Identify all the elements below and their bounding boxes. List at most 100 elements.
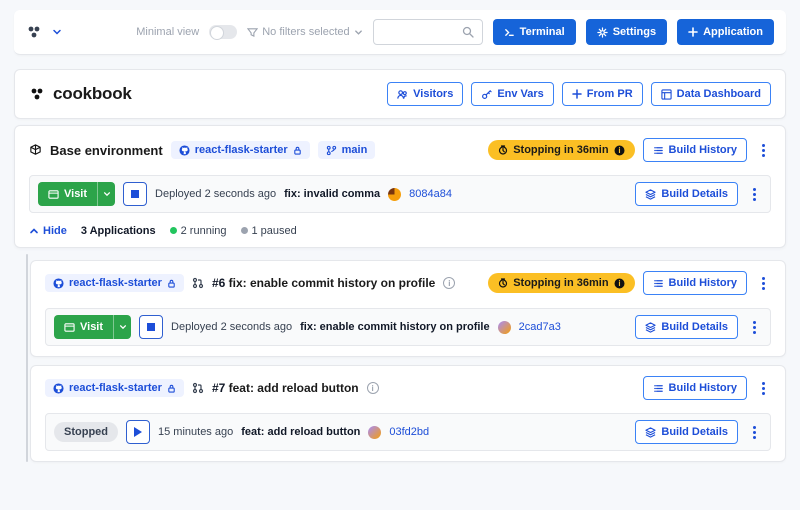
stopping-badge: Stopping in 36min i — [488, 273, 634, 293]
app-header-row: react-flask-starter #7 feat: add reload … — [45, 376, 771, 400]
app-menu-button[interactable] — [755, 277, 771, 290]
deploy-menu-button[interactable] — [746, 188, 762, 201]
dashboard-label: Data Dashboard — [677, 88, 761, 100]
running-count: 2 running — [170, 225, 227, 237]
visit-button[interactable]: Visit — [38, 182, 115, 206]
browser-icon — [64, 322, 75, 333]
deployed-time: 15 minutes ago — [158, 426, 233, 438]
from-pr-button[interactable]: From PR — [562, 82, 643, 106]
gear-icon — [597, 27, 608, 38]
info-icon[interactable]: i — [443, 277, 455, 289]
github-icon — [179, 145, 190, 156]
visit-caret[interactable] — [113, 315, 131, 339]
build-history-label: Build History — [669, 144, 737, 156]
chevron-up-icon — [29, 226, 39, 236]
visit-label: Visit — [64, 188, 87, 200]
svg-text:i: i — [618, 146, 620, 155]
pull-request-icon — [192, 382, 204, 394]
project-title: cookbook — [53, 84, 132, 104]
repo-chip[interactable]: react-flask-starter — [45, 379, 184, 397]
app-logo-icon — [26, 24, 42, 40]
commit-hash[interactable]: 03fd2bd — [389, 426, 429, 438]
stopping-badge: Stopping in 36min i — [488, 140, 634, 160]
apps-count: 3 Applications — [81, 225, 156, 237]
app-menu-button[interactable] — [755, 382, 771, 395]
hide-label: Hide — [43, 225, 67, 237]
build-details-button[interactable]: Build Details — [635, 420, 738, 444]
build-history-label: Build History — [669, 382, 737, 394]
terminal-label: Terminal — [520, 26, 565, 38]
layers-icon — [645, 189, 656, 200]
stop-button[interactable] — [123, 182, 147, 206]
build-history-button[interactable]: Build History — [643, 138, 747, 162]
data-dashboard-button[interactable]: Data Dashboard — [651, 82, 771, 106]
env-menu-button[interactable] — [755, 144, 771, 157]
from-pr-label: From PR — [587, 88, 633, 100]
repo-chip[interactable]: react-flask-starter — [45, 274, 184, 292]
github-icon — [53, 278, 64, 289]
base-environment-card: Base environment react-flask-starter mai… — [14, 125, 786, 248]
play-button[interactable] — [126, 420, 150, 444]
branch-chip[interactable]: main — [318, 141, 376, 159]
commit-message: fix: enable commit history on profile — [300, 321, 489, 333]
settings-button[interactable]: Settings — [586, 19, 667, 45]
info-icon: i — [614, 145, 625, 156]
build-details-label: Build Details — [661, 188, 728, 200]
project-switcher-caret-icon[interactable] — [52, 27, 62, 37]
key-icon — [481, 89, 492, 100]
visitors-button[interactable]: Visitors — [387, 82, 463, 106]
lock-icon — [167, 384, 176, 393]
commit-message: feat: add reload button — [241, 426, 360, 438]
commit-message: fix: invalid comma — [284, 188, 380, 200]
stopping-text: Stopping in 36min — [513, 144, 608, 156]
layers-icon — [645, 322, 656, 333]
env-deployment-row: Visit Deployed 2 seconds ago fix: invali… — [29, 175, 771, 213]
dashboard-icon — [661, 89, 672, 100]
list-icon — [653, 278, 664, 289]
app-deployment-row: Visit Deployed 2 seconds ago fix: enable… — [45, 308, 771, 346]
commit-hash[interactable]: 2cad7a3 — [519, 321, 561, 333]
env-header-row: Base environment react-flask-starter mai… — [29, 138, 771, 162]
people-icon — [397, 89, 408, 100]
build-details-button[interactable]: Build Details — [635, 182, 738, 206]
visit-caret[interactable] — [97, 182, 115, 206]
application-card: react-flask-starter #7 feat: add reload … — [30, 365, 786, 462]
stopping-text: Stopping in 36min — [513, 277, 608, 289]
build-details-button[interactable]: Build Details — [635, 315, 738, 339]
timer-icon — [498, 145, 508, 155]
repo-name: react-flask-starter — [69, 382, 162, 394]
github-icon — [53, 383, 64, 394]
build-history-button[interactable]: Build History — [643, 376, 747, 400]
build-details-label: Build Details — [661, 426, 728, 438]
repo-chip[interactable]: react-flask-starter — [171, 141, 310, 159]
terminal-button[interactable]: Terminal — [493, 19, 576, 45]
list-icon — [653, 383, 664, 394]
env-vars-button[interactable]: Env Vars — [471, 82, 553, 106]
pr-number: #6 — [212, 276, 225, 290]
stop-button[interactable] — [139, 315, 163, 339]
hide-toggle[interactable]: Hide — [29, 225, 67, 237]
env-vars-label: Env Vars — [497, 88, 543, 100]
new-application-button[interactable]: Application — [677, 19, 774, 45]
deployed-time: Deployed 2 seconds ago — [171, 321, 292, 333]
minimal-view-toggle[interactable] — [209, 25, 237, 39]
deploy-menu-button[interactable] — [746, 426, 762, 439]
lock-icon — [167, 279, 176, 288]
visit-button[interactable]: Visit — [54, 315, 131, 339]
filters-label: No filters selected — [262, 26, 349, 38]
filters-dropdown[interactable]: No filters selected — [247, 26, 362, 38]
pr-title: fix: enable commit history on profile — [229, 276, 436, 290]
repo-name: react-flask-starter — [195, 144, 288, 156]
build-history-label: Build History — [669, 277, 737, 289]
deploy-menu-button[interactable] — [746, 321, 762, 334]
layers-icon — [645, 427, 656, 438]
info-icon[interactable]: i — [367, 382, 379, 394]
progress-pie-icon — [388, 188, 401, 201]
build-history-button[interactable]: Build History — [643, 271, 747, 295]
project-header: cookbook Visitors Env Vars From PR Data … — [14, 69, 786, 119]
visit-label: Visit — [80, 321, 103, 333]
search-input[interactable] — [373, 19, 483, 45]
info-icon: i — [614, 278, 625, 289]
commit-hash[interactable]: 8084a84 — [409, 188, 452, 200]
lock-icon — [293, 146, 302, 155]
